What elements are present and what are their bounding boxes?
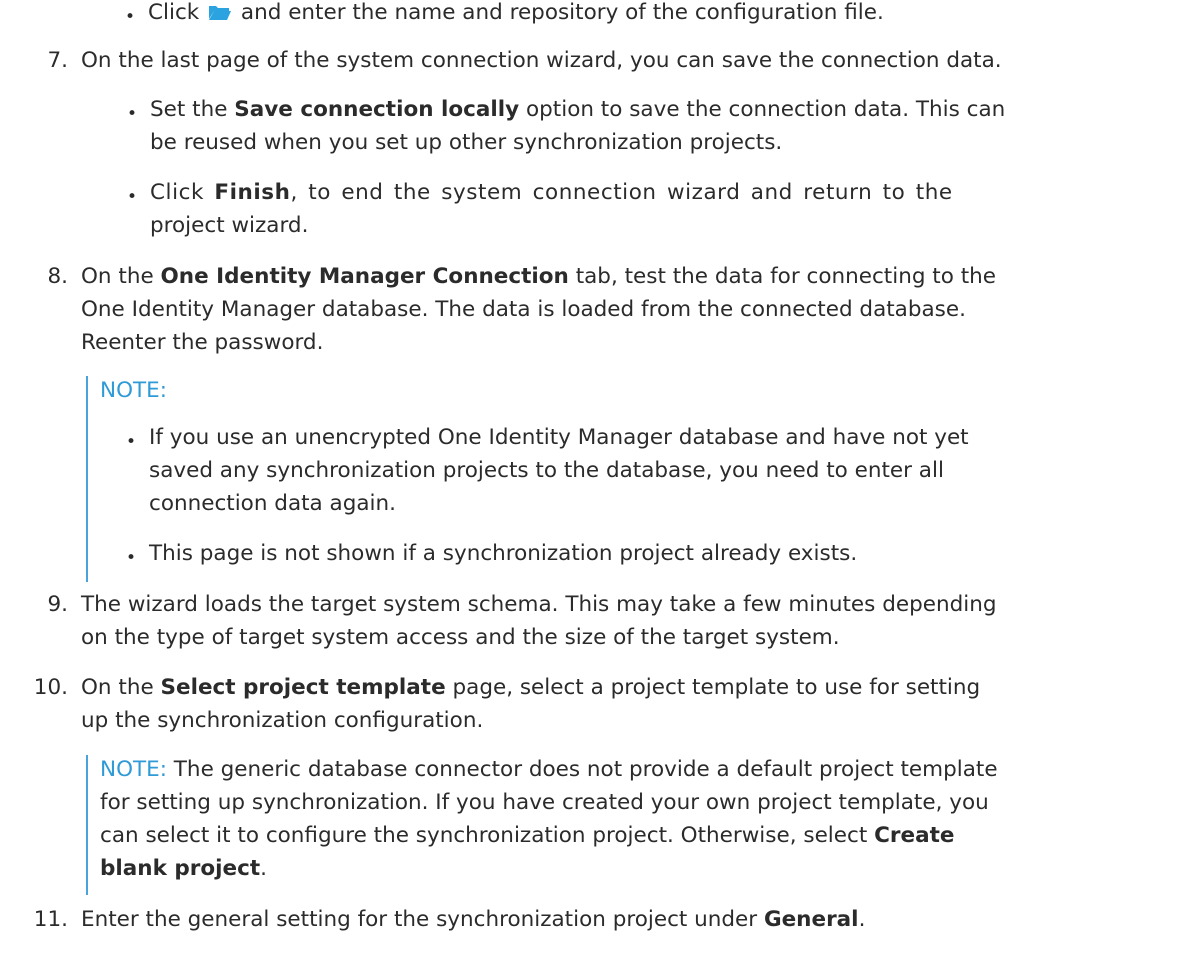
note-bullet1-line2: saved any synchronization projects to th…: [149, 458, 944, 483]
bullet: •: [125, 7, 136, 27]
document-page: • Click and enter the name and repositor…: [0, 0, 1202, 956]
step8-line2: One Identity Manager database. The data …: [81, 297, 966, 322]
step-number: 9.: [47, 592, 68, 617]
step9-line1: The wizard loads the target system schem…: [81, 592, 997, 617]
step-number: 8.: [47, 264, 68, 289]
step10-line1: On the Select project template page, sel…: [81, 675, 981, 700]
note-label: NOTE:: [100, 378, 167, 403]
note-bar: [86, 376, 88, 582]
bullet: •: [126, 432, 137, 452]
folder-open-icon: [209, 6, 232, 20]
step7-bullet2-line2: project wizard.: [150, 213, 309, 238]
bullet: •: [127, 104, 138, 124]
note-bullet1-line3: connection data again.: [149, 491, 396, 516]
note-bullet2: This page is not shown if a synchronizat…: [149, 541, 858, 566]
step10-note-line2: for setting up synchronization. If you h…: [100, 790, 989, 815]
note-bar: [86, 755, 88, 895]
bullet: •: [127, 187, 138, 207]
step10-line2: up the synchronization configuration.: [81, 708, 484, 733]
step10-note-line1: NOTE: The generic database connector doe…: [100, 757, 998, 782]
step10-note-line4: blank project.: [100, 856, 267, 881]
bullet: •: [126, 548, 137, 568]
step7-bullet1-line1: Set the Save connection locally option t…: [150, 97, 1006, 122]
step6-bullet-text: Click and enter the name and repository …: [148, 0, 884, 25]
step-number: 11.: [33, 907, 68, 932]
step7-text: On the last page of the system connectio…: [81, 48, 1002, 73]
note-label: NOTE:: [100, 757, 167, 782]
step9-line2: on the type of target system access and …: [81, 625, 840, 650]
step11-line1: Enter the general setting for the synchr…: [81, 907, 866, 932]
step7-bullet2-line1: Click Finish, to end the system connecti…: [150, 180, 953, 205]
step-number: 10.: [33, 675, 68, 700]
step8-line1: On the One Identity Manager Connection t…: [81, 264, 997, 289]
step7-bullet1-line2: be reused when you set up other synchron…: [150, 130, 783, 155]
step10-note-line3: can select it to configure the synchroni…: [100, 823, 955, 848]
note-bullet1-line1: If you use an unencrypted One Identity M…: [149, 425, 969, 450]
step8-line3: Reenter the password.: [81, 330, 324, 355]
step-number: 7.: [47, 48, 68, 73]
